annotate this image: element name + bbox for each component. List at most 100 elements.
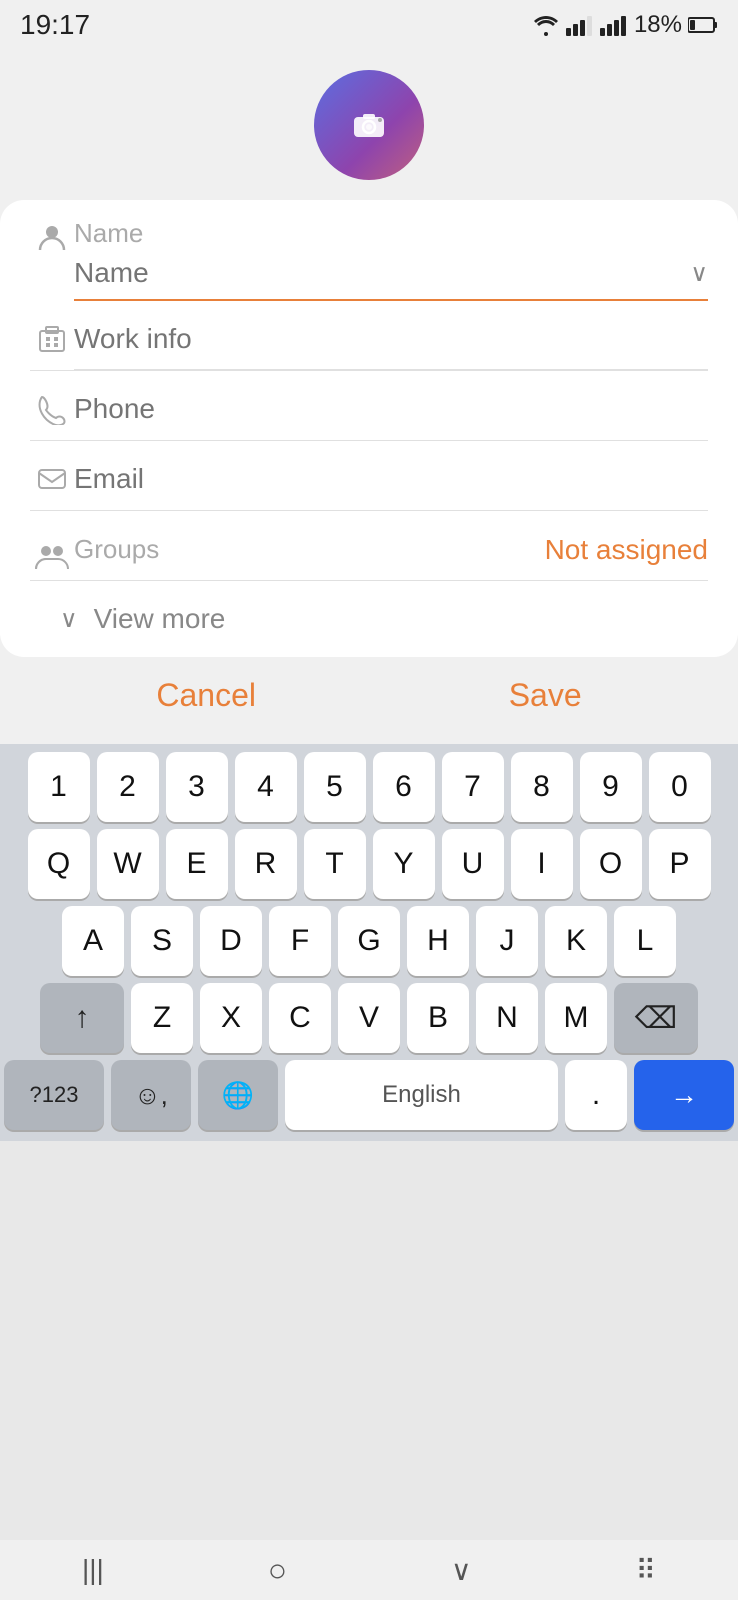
keyboard: 1 2 3 4 5 6 7 8 9 0 Q W E R T Y U I — [0, 744, 738, 1141]
battery-icon — [688, 16, 718, 34]
keyboard-row-numbers: 1 2 3 4 5 6 7 8 9 0 — [4, 752, 734, 822]
workinfo-field-content — [74, 319, 708, 370]
space-key[interactable]: English — [285, 1060, 558, 1130]
view-more-chevron-icon: ∨ — [60, 605, 78, 634]
shift-key[interactable]: ↑ — [40, 983, 124, 1053]
key-j[interactable]: J — [476, 906, 538, 976]
view-more-row[interactable]: ∨ View more — [30, 581, 708, 657]
cancel-button[interactable]: Cancel — [116, 667, 296, 724]
keyboard-row-zxcv: ↑ Z X C V B N M ⌫ — [4, 983, 734, 1053]
key-b[interactable]: B — [407, 983, 469, 1053]
avatar[interactable] — [314, 70, 424, 180]
signal-icon — [566, 14, 594, 36]
keyboard-row-asdf: A S D F G H J K L — [4, 906, 734, 976]
key-q[interactable]: Q — [28, 829, 90, 899]
wifi-icon — [532, 14, 560, 36]
status-icons: 18% — [532, 11, 718, 39]
key-2[interactable]: 2 — [97, 752, 159, 822]
key-4[interactable]: 4 — [235, 752, 297, 822]
status-bar: 19:17 18% — [0, 0, 738, 50]
emoji-key[interactable]: ☺, — [111, 1060, 191, 1130]
key-l[interactable]: L — [614, 906, 676, 976]
key-y[interactable]: Y — [373, 829, 435, 899]
signal-icon-2 — [600, 14, 628, 36]
phone-input[interactable] — [74, 389, 708, 429]
name-input-row: ∨ — [74, 253, 708, 293]
name-field-row: Name ∨ — [30, 200, 708, 301]
grid-nav-icon[interactable]: ⠿ — [635, 1554, 656, 1587]
groups-field-content: Groups Not assigned — [74, 534, 708, 576]
workinfo-field-row — [30, 301, 708, 371]
key-m[interactable]: M — [545, 983, 607, 1053]
form-section: Name ∨ — [0, 200, 738, 657]
key-h[interactable]: H — [407, 906, 469, 976]
nav-bar: ||| ○ ∨ ⠿ — [0, 1540, 738, 1600]
back-nav-icon[interactable]: ||| — [82, 1554, 104, 1586]
keyboard-row-bottom: ?123 ☺, 🌐 English . → — [4, 1060, 734, 1130]
symbols-key[interactable]: ?123 — [4, 1060, 104, 1130]
key-w[interactable]: W — [97, 829, 159, 899]
key-5[interactable]: 5 — [304, 752, 366, 822]
email-field-row — [30, 441, 708, 511]
key-t[interactable]: T — [304, 829, 366, 899]
key-7[interactable]: 7 — [442, 752, 504, 822]
keyboard-row-qwerty: Q W E R T Y U I O P — [4, 829, 734, 899]
key-8[interactable]: 8 — [511, 752, 573, 822]
workinfo-input[interactable] — [74, 319, 708, 359]
keyboard-body: 1 2 3 4 5 6 7 8 9 0 Q W E R T Y U I — [0, 744, 738, 1141]
key-0[interactable]: 0 — [649, 752, 711, 822]
key-c[interactable]: C — [269, 983, 331, 1053]
phone-icon — [30, 389, 74, 425]
key-3[interactable]: 3 — [166, 752, 228, 822]
key-a[interactable]: A — [62, 906, 124, 976]
home-nav-icon[interactable]: ○ — [268, 1552, 287, 1589]
enter-key[interactable]: → — [634, 1060, 734, 1130]
key-e[interactable]: E — [166, 829, 228, 899]
key-k[interactable]: K — [545, 906, 607, 976]
key-d[interactable]: D — [200, 906, 262, 976]
groups-row: Groups Not assigned — [74, 534, 708, 566]
backspace-key[interactable]: ⌫ — [614, 983, 698, 1053]
key-s[interactable]: S — [131, 906, 193, 976]
key-r[interactable]: R — [235, 829, 297, 899]
name-chevron[interactable]: ∨ — [690, 259, 708, 288]
key-6[interactable]: 6 — [373, 752, 435, 822]
battery-percent: 18% — [634, 11, 682, 39]
dot-key[interactable]: . — [565, 1060, 627, 1130]
action-buttons: Cancel Save — [0, 657, 738, 744]
key-9[interactable]: 9 — [580, 752, 642, 822]
status-time: 19:17 — [20, 9, 90, 41]
key-v[interactable]: V — [338, 983, 400, 1053]
globe-key[interactable]: 🌐 — [198, 1060, 278, 1130]
key-o[interactable]: O — [580, 829, 642, 899]
key-n[interactable]: N — [476, 983, 538, 1053]
key-u[interactable]: U — [442, 829, 504, 899]
key-i[interactable]: I — [511, 829, 573, 899]
view-more-label: View more — [94, 603, 226, 635]
groups-value: Not assigned — [159, 534, 708, 566]
email-input[interactable] — [74, 459, 708, 499]
phone-field-row — [30, 371, 708, 441]
groups-label: Groups — [74, 534, 159, 565]
key-f[interactable]: F — [269, 906, 331, 976]
avatar-area — [0, 50, 738, 200]
building-icon — [30, 319, 74, 355]
person-icon — [30, 218, 74, 254]
groups-field-row[interactable]: Groups Not assigned — [30, 511, 708, 581]
camera-icon — [347, 103, 391, 147]
form-card: Name ∨ — [0, 50, 738, 657]
key-x[interactable]: X — [200, 983, 262, 1053]
key-g[interactable]: G — [338, 906, 400, 976]
email-field-content — [74, 459, 708, 509]
key-1[interactable]: 1 — [28, 752, 90, 822]
down-nav-icon[interactable]: ∨ — [451, 1554, 472, 1587]
groups-icon — [30, 537, 74, 573]
key-z[interactable]: Z — [131, 983, 193, 1053]
name-input[interactable] — [74, 253, 682, 293]
phone-field-content — [74, 389, 708, 439]
key-p[interactable]: P — [649, 829, 711, 899]
name-label: Name — [74, 218, 708, 249]
save-button[interactable]: Save — [469, 667, 622, 724]
email-icon — [30, 459, 74, 495]
name-field-content: Name ∨ — [74, 218, 708, 301]
